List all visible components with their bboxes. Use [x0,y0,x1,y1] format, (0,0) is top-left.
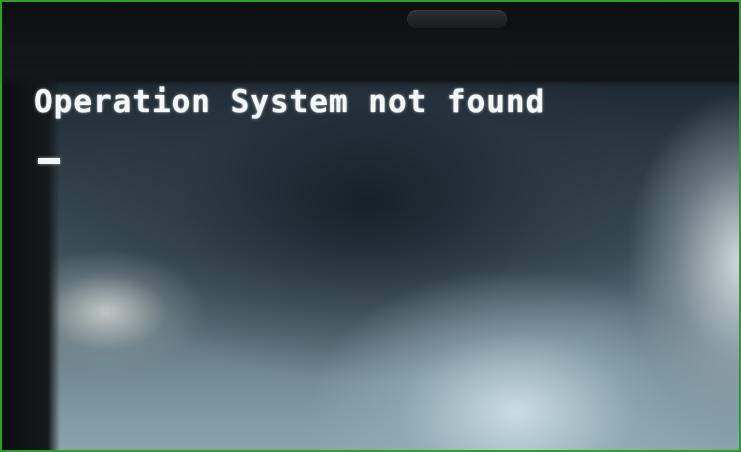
photo-frame: Operation System not found [0,0,741,452]
boot-error-message: Operation System not found [34,84,546,120]
laptop-bezel [2,2,739,450]
text-cursor [38,158,60,164]
webcam-slot [407,10,507,28]
